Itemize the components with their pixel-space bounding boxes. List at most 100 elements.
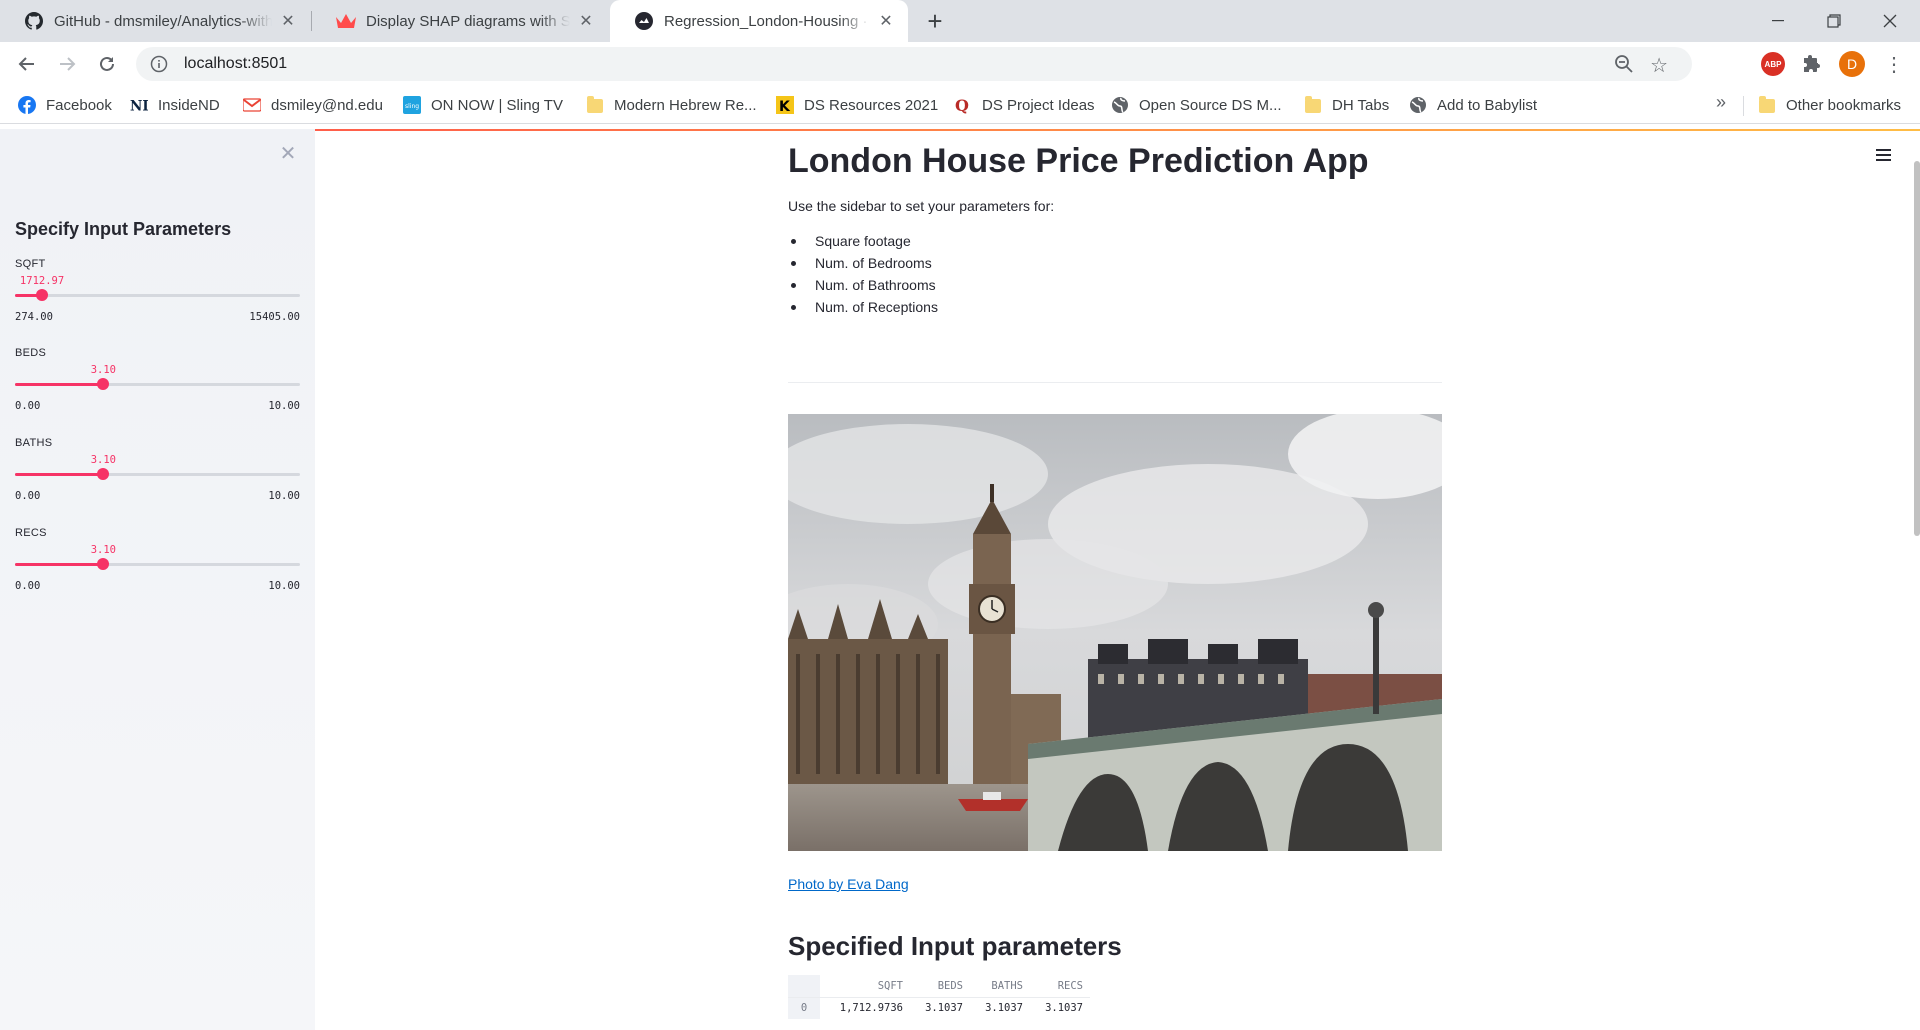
forward-button[interactable]: [52, 49, 82, 79]
slider-min: 0.00: [15, 490, 41, 502]
github-icon: [24, 11, 44, 31]
bookmark-label: Facebook: [46, 96, 112, 114]
slider-thumb[interactable]: [97, 468, 110, 480]
table-row: 0 1,712.9736 3.1037 3.1037 3.1037: [788, 996, 1090, 1019]
browser-toolbar: localhost:8501 ☆ ABP D ⋮: [0, 42, 1920, 86]
more-bookmarks-chevron-icon[interactable]: »: [1716, 92, 1726, 113]
close-sidebar-icon[interactable]: ✕: [278, 143, 298, 165]
back-button[interactable]: [12, 49, 42, 79]
app-menu-hamburger-icon[interactable]: [1876, 149, 1896, 165]
close-tab-icon[interactable]: ✕: [278, 11, 298, 31]
table-cell: 3.1037: [910, 996, 970, 1019]
list-item: Square footage: [788, 230, 938, 252]
bookmark-add-to-babylist[interactable]: Add to Babylist: [1409, 86, 1537, 124]
k-icon: K: [776, 96, 794, 114]
slider-label: SQFT: [15, 258, 46, 270]
minimize-window-button[interactable]: [1750, 0, 1806, 42]
page-title: London House Price Prediction App: [788, 142, 1369, 180]
slider-recs[interactable]: RECS 3.10 0.00 10.00: [15, 527, 300, 617]
bookmark-label: DS Project Ideas: [982, 96, 1095, 114]
main-content: London House Price Prediction App Use th…: [788, 129, 1442, 1030]
tab-github[interactable]: GitHub - dmsmiley/Analytics-with-Streaml…: [0, 0, 310, 42]
bookmark-folder-modern-hebrew[interactable]: Modern Hebrew Re...: [586, 86, 757, 124]
tab-title: Display SHAP diagrams with Streamlit: [366, 12, 570, 30]
folder-icon: [1758, 96, 1776, 114]
slider-min: 0.00: [15, 400, 41, 412]
bookmarks-bar: Facebook ND InsideND dsmiley@nd.edu slin…: [0, 86, 1920, 124]
profile-avatar[interactable]: D: [1839, 51, 1865, 77]
slider-track[interactable]: [15, 468, 300, 480]
close-window-button[interactable]: [1862, 0, 1918, 42]
slider-label: RECS: [15, 527, 47, 539]
zoom-icon[interactable]: [1614, 54, 1634, 74]
slider-label: BATHS: [15, 437, 53, 449]
input-parameters-table: SQFT BEDS BATHS RECS 0 1,712.9736 3.1037…: [788, 975, 1090, 1019]
restore-window-button[interactable]: [1806, 0, 1862, 42]
slider-track[interactable]: [15, 378, 300, 390]
address-bar[interactable]: localhost:8501 ☆: [136, 47, 1692, 81]
table-column-header: SQFT: [877, 979, 903, 992]
table-cell: 3.1037: [1030, 996, 1090, 1019]
bookmark-ds-project-ideas[interactable]: Q DS Project Ideas: [954, 86, 1095, 124]
slider-track[interactable]: [15, 289, 300, 301]
parameter-list: Square footage Num. of Bedrooms Num. of …: [788, 230, 938, 318]
list-item: Num. of Bedrooms: [788, 252, 938, 274]
extensions-puzzle-icon[interactable]: [1800, 52, 1824, 76]
table-cell: 1,712.9736: [820, 996, 910, 1019]
bookmark-label: Modern Hebrew Re...: [614, 96, 757, 114]
bookmark-sling[interactable]: sling ON NOW | Sling TV: [403, 86, 563, 124]
slider-thumb[interactable]: [97, 378, 110, 390]
slider-baths[interactable]: BATHS 3.10 0.00 10.00: [15, 437, 300, 527]
tab-regression-london-housing[interactable]: Regression_London-Housing · Streamlit ✕: [610, 0, 908, 42]
bookmark-insidend[interactable]: ND InsideND: [130, 86, 220, 124]
slider-max: 15405.00: [249, 311, 300, 323]
slider-min: 274.00: [15, 311, 53, 323]
browser-tab-strip: GitHub - dmsmiley/Analytics-with-Streaml…: [0, 0, 1920, 42]
tab-shap[interactable]: Display SHAP diagrams with Streamlit ✕: [312, 0, 608, 42]
bookmark-facebook[interactable]: Facebook: [18, 86, 112, 124]
folder-icon: [1304, 96, 1322, 114]
bookmark-open-source-ds[interactable]: Open Source DS M...: [1111, 86, 1282, 124]
table-column-header: BATHS: [991, 979, 1023, 992]
intro-text: Use the sidebar to set your parameters f…: [788, 198, 1055, 214]
table-index-header: [788, 975, 820, 997]
slider-max: 10.00: [268, 400, 300, 412]
tab-title: Regression_London-Housing · Streamlit: [664, 12, 870, 30]
globe-icon: [1409, 96, 1427, 114]
streamlit-app: ✕ Specify Input Parameters SQFT 1712.97 …: [0, 129, 1920, 1030]
new-tab-button[interactable]: +: [922, 6, 948, 36]
slider-min: 0.00: [15, 580, 41, 592]
slider-sqft[interactable]: SQFT 1712.97 274.00 15405.00: [15, 258, 300, 348]
bookmark-label: dsmiley@nd.edu: [271, 96, 383, 114]
gmail-icon: [243, 96, 261, 114]
bookmark-gmail[interactable]: dsmiley@nd.edu: [243, 86, 383, 124]
sling-icon: sling: [403, 96, 421, 114]
slider-value: 1712.97: [19, 275, 65, 287]
adblock-plus-icon[interactable]: ABP: [1761, 52, 1785, 76]
close-tab-icon[interactable]: ✕: [876, 11, 896, 31]
slider-thumb[interactable]: [97, 558, 110, 570]
slider-max: 10.00: [268, 580, 300, 592]
bookmark-folder-dh-tabs[interactable]: DH Tabs: [1304, 86, 1389, 124]
slider-track[interactable]: [15, 558, 300, 570]
close-tab-icon[interactable]: ✕: [576, 11, 596, 31]
table-header-row: SQFT BEDS BATHS RECS: [788, 975, 1090, 997]
slider-value: 3.10: [90, 364, 116, 376]
page-scrollbar[interactable]: [1914, 161, 1920, 536]
bookmark-ds-resources[interactable]: K DS Resources 2021: [776, 86, 938, 124]
bookmark-label: Open Source DS M...: [1139, 96, 1282, 114]
bookmark-star-icon[interactable]: ☆: [1650, 53, 1668, 78]
slider-beds[interactable]: BEDS 3.10 0.00 10.00: [15, 347, 300, 437]
slider-value: 3.10: [90, 544, 116, 556]
slider-value: 3.10: [90, 454, 116, 466]
section-subheader: Specified Input parameters: [788, 931, 1122, 961]
list-item: Num. of Bathrooms: [788, 274, 938, 296]
reload-button[interactable]: [92, 49, 122, 79]
site-info-icon[interactable]: [150, 55, 168, 73]
browser-menu-icon[interactable]: ⋮: [1882, 52, 1906, 76]
url-text[interactable]: localhost:8501: [184, 55, 287, 73]
slider-thumb[interactable]: [36, 289, 49, 301]
photo-credit-link[interactable]: Photo by Eva Dang: [788, 876, 909, 892]
other-bookmarks-folder[interactable]: Other bookmarks: [1758, 86, 1901, 124]
tab-title: GitHub - dmsmiley/Analytics-with-Streaml…: [54, 12, 272, 30]
